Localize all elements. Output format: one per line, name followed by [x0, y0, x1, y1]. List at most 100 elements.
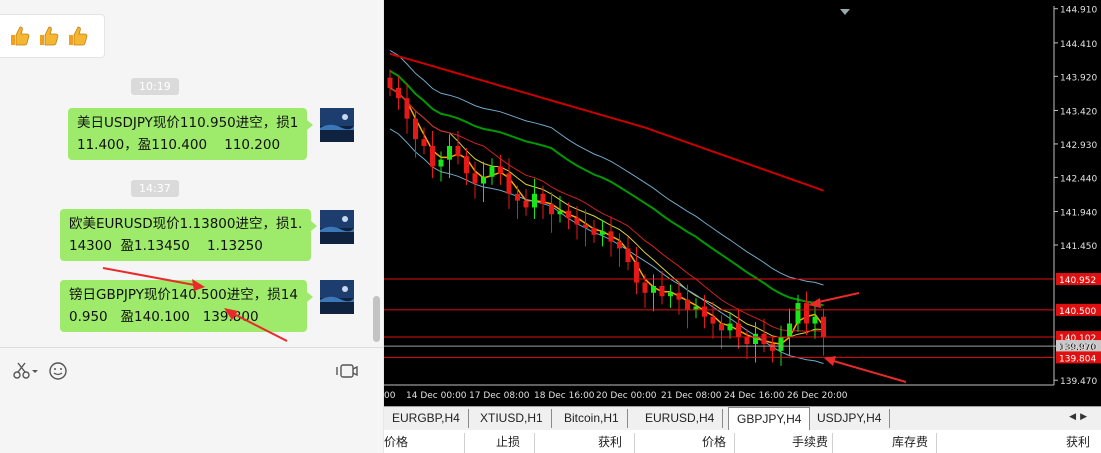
time-tick-label: 14 Dec 00:00	[406, 391, 467, 401]
shift-marker-icon	[840, 9, 850, 15]
terminal-header: 价格 止损 获利 价格 手续费 库存费 获利	[384, 430, 1101, 453]
candle-body	[795, 303, 801, 324]
candle-body	[625, 248, 631, 263]
candlestick-chart[interactable]: 140.952140.500140.102139.970139.804 144.…	[384, 0, 1101, 406]
price-level-label: 140.952	[1059, 276, 1096, 286]
price-tick-label: 139.970	[1060, 343, 1097, 353]
time-tick-label: 21 Dec 08:00	[661, 391, 722, 401]
time-tick-label: 24 Dec 16:00	[724, 391, 785, 401]
chart-tab-bar: EURGBP,H4 XTIUSD,H1 Bitcoin,H1 EURUSD,H4…	[384, 406, 1101, 431]
time-tick-label: 17 Dec 08:00	[469, 391, 530, 401]
video-call-icon[interactable]	[336, 361, 358, 381]
column-divider	[734, 433, 735, 453]
price-tick-label: 143.420	[1060, 107, 1097, 117]
column-header[interactable]: 获利	[598, 435, 622, 453]
candle-body	[744, 337, 750, 345]
candle-body	[821, 316, 826, 338]
candle-body	[506, 173, 512, 194]
candle-body	[702, 306, 707, 317]
tab-eurusd[interactable]: EURUSD,H4	[637, 409, 724, 428]
price-level-label: 140.500	[1059, 307, 1096, 317]
candle-body	[387, 77, 393, 88]
candle-body	[481, 176, 486, 184]
candle-body	[600, 231, 605, 235]
chat-panel: 10:19 美日USDJPY现价110.950进空，损1 11.400，盈110…	[0, 0, 384, 453]
time-tick-label: 18 Dec 16:00	[534, 391, 595, 401]
column-divider	[534, 433, 535, 453]
candle-body	[421, 139, 427, 146]
chat-input-toolbar	[0, 347, 384, 453]
column-header[interactable]: 库存费	[892, 435, 928, 453]
candle-body	[693, 306, 699, 310]
annotation-arrow	[813, 292, 860, 304]
ma-mid-line	[389, 87, 824, 339]
candle-body	[532, 193, 537, 208]
tab-scroll-arrows[interactable]: ◀▶	[1069, 411, 1091, 422]
price-tick-label: 142.440	[1060, 174, 1097, 184]
candle-body	[804, 303, 809, 324]
tab-gbpjpy[interactable]: GBPJPY,H4	[728, 407, 811, 430]
candle-body	[642, 282, 648, 293]
candle-body	[523, 200, 529, 208]
candle-body	[557, 210, 563, 215]
candle-body	[617, 241, 622, 249]
candle-body	[787, 323, 792, 338]
column-divider	[464, 433, 465, 453]
candle-body	[736, 323, 741, 338]
tab-xtiusd[interactable]: XTIUSD,H1	[472, 409, 552, 428]
candle-body	[651, 285, 656, 293]
column-divider	[936, 433, 937, 453]
candle-body	[659, 285, 665, 297]
price-tick-label: 141.450	[1060, 242, 1097, 252]
price-tick-label: 139.470	[1060, 377, 1097, 387]
column-header[interactable]: 价格	[702, 435, 726, 453]
candle-body	[685, 299, 690, 310]
candle-body	[761, 333, 767, 345]
candle-body	[668, 292, 673, 297]
candle-body	[778, 337, 784, 351]
candle-body	[583, 224, 588, 228]
ma-slow-line	[389, 87, 824, 332]
tab-usdjpy[interactable]: USDJPY,H4	[809, 409, 891, 428]
time-tick-label: 00	[384, 391, 396, 401]
tab-bitcoin[interactable]: Bitcoin,H1	[556, 409, 628, 428]
candle-body	[812, 316, 818, 324]
column-header[interactable]: 价格	[384, 435, 408, 453]
time-tick-label: 26 Dec 20:00	[787, 391, 848, 401]
tab-eurgbp[interactable]: EURGBP,H4	[384, 409, 469, 428]
candle-body	[608, 231, 614, 242]
price-tick-label: 141.940	[1060, 209, 1097, 219]
ma-long-line	[389, 52, 824, 192]
candle-body	[574, 217, 580, 225]
candle-body	[591, 227, 597, 235]
chat-scrollbar[interactable]	[373, 296, 380, 342]
price-level-label: 139.804	[1059, 354, 1096, 364]
candle-body	[676, 292, 682, 300]
emoji-icon[interactable]	[48, 361, 68, 381]
candle-body	[770, 344, 775, 351]
trading-chart[interactable]: 140.952 140.500 140.102 139.970 139.804 144.…	[384, 0, 1101, 453]
candle-body	[438, 159, 444, 167]
candle-body	[396, 87, 401, 99]
candle-body	[498, 166, 503, 174]
scissors-icon[interactable]	[12, 362, 38, 380]
price-tick-label: 144.410	[1060, 40, 1097, 50]
column-divider	[634, 433, 635, 453]
candle-body	[753, 333, 758, 345]
candle-body	[489, 166, 495, 177]
candle-body	[472, 173, 478, 184]
price-tick-label: 142.930	[1060, 141, 1097, 151]
candle-body	[719, 323, 724, 331]
column-divider	[832, 433, 833, 453]
time-tick-label: 20 Dec 00:00	[596, 391, 657, 401]
candle-body	[447, 145, 452, 160]
annotation-arrow	[829, 359, 907, 383]
candle-body	[455, 145, 461, 157]
column-header[interactable]: 获利	[1066, 435, 1090, 453]
column-header[interactable]: 止损	[496, 435, 520, 453]
column-header[interactable]: 手续费	[792, 435, 828, 453]
price-tick-label: 143.920	[1060, 73, 1097, 83]
candle-body	[404, 98, 410, 119]
candle-body	[710, 316, 716, 324]
candle-body	[727, 323, 733, 331]
